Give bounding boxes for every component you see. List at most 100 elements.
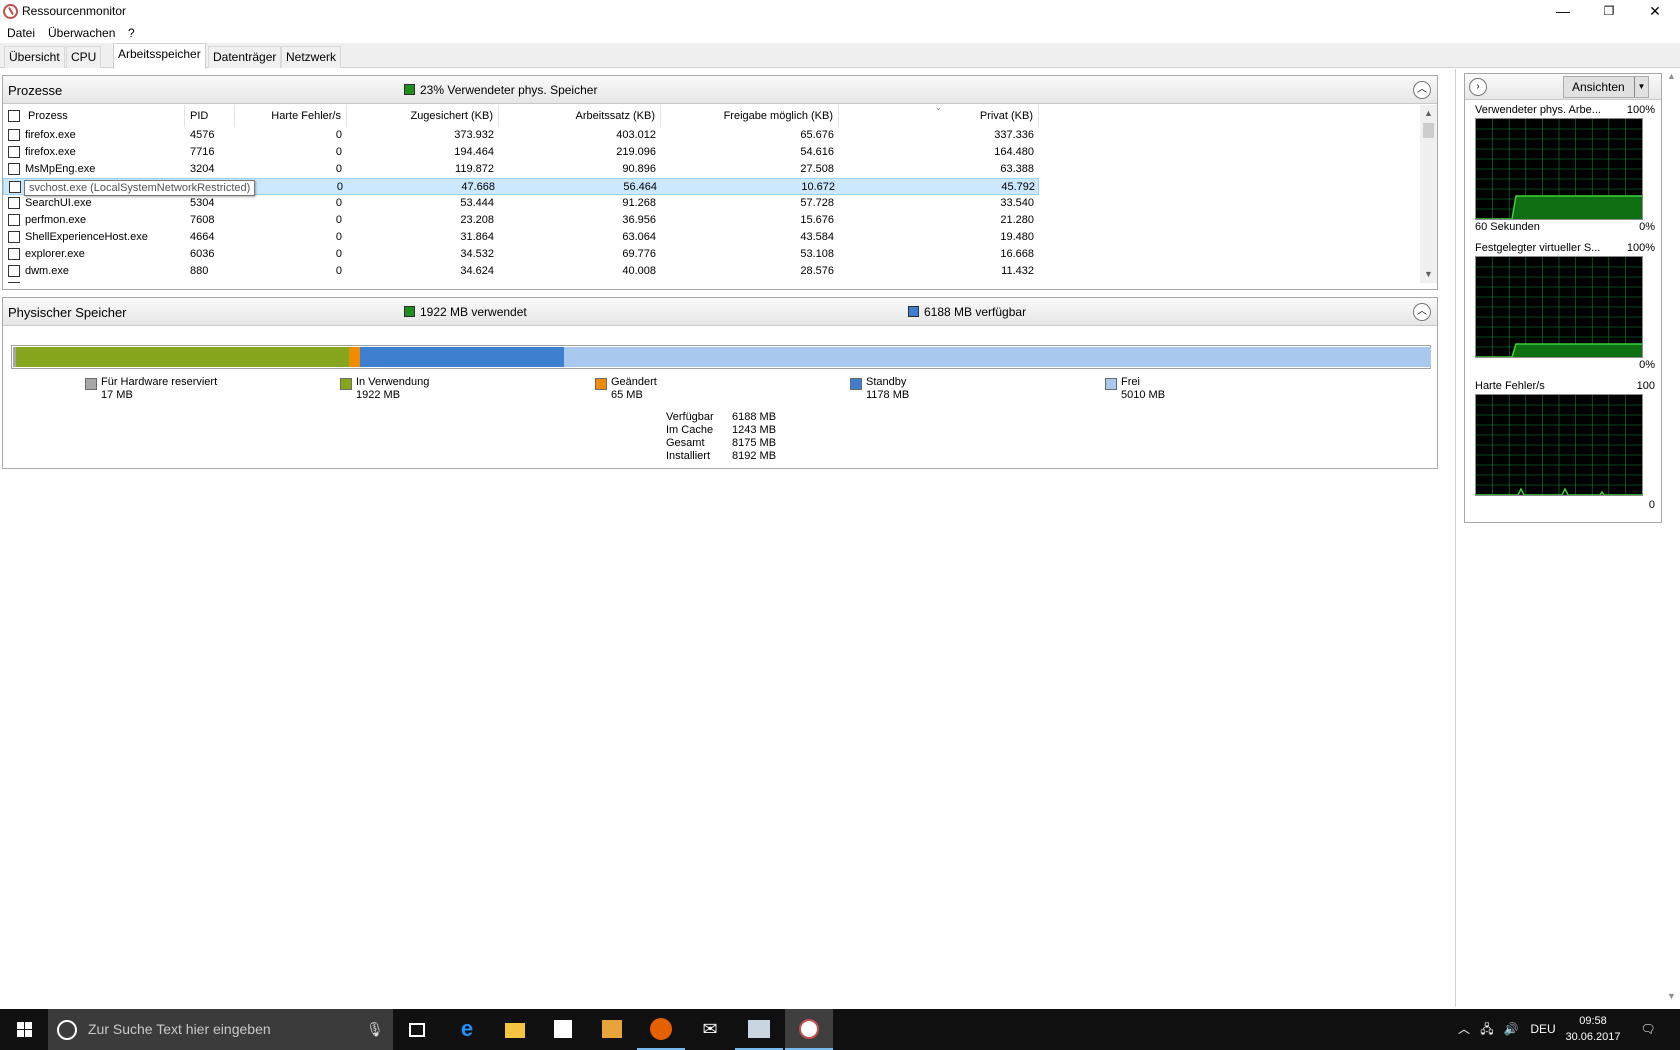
notification-icon[interactable]: 🗨	[1636, 1009, 1660, 1050]
taskbar-search[interactable]: Zur Suche Text hier eingeben 🎙	[48, 1009, 393, 1050]
used-info: 1922 MB verwendet	[404, 305, 527, 319]
col-pid[interactable]: PID	[185, 105, 235, 127]
menu-datei[interactable]: Datei	[7, 26, 35, 40]
store-icon[interactable]	[539, 1009, 587, 1050]
col-arbeitssatz[interactable]: Arbeitssatz (KB)	[499, 105, 661, 127]
legend-modified-swatch	[595, 378, 607, 390]
table-row[interactable]: 0 47.668 56.464 10.672 45.792 svchost.exe (Lo…	[3, 178, 1039, 196]
volume-icon[interactable]: 🔊	[1500, 1009, 1522, 1050]
process-private: 21.280	[1000, 214, 1034, 226]
scroll-up-icon[interactable]: ▲	[1663, 71, 1680, 81]
memory-segment-2	[349, 347, 360, 367]
processes-summary: 23% Verwendeter phys. Speicher	[404, 83, 597, 97]
table-row[interactable]: ShellExperienceHost.exe 4664 0 31.864 63.064…	[3, 229, 1039, 246]
process-hard-faults: 0	[335, 248, 342, 260]
tab-uebersicht[interactable]: Übersicht	[4, 46, 65, 68]
process-hard-faults: 0	[335, 146, 342, 158]
graph-pane-scrollbar[interactable]: ▲ ▼	[1663, 69, 1680, 1007]
table-row[interactable]: explorer.exe 6036 0 34.532 69.776 53.108 16.66…	[3, 246, 1039, 263]
select-all-checkbox[interactable]	[8, 110, 20, 122]
table-row[interactable]: MsMpEng.exe 3204 0 119.872 90.896 27.508 63.38…	[3, 161, 1039, 178]
process-scrollbar[interactable]: ▲ ▼	[1420, 105, 1437, 283]
tab-datentraeger[interactable]: Datenträger	[208, 46, 282, 68]
microphone-icon[interactable]: 🎙	[366, 1021, 384, 1038]
legend-free-value: 5010 MB	[1121, 389, 1166, 401]
used-swatch	[404, 306, 415, 317]
clock-time: 09:58	[1579, 1015, 1607, 1027]
stat-row: Im Cache 1243 MB	[666, 424, 796, 437]
col-freigabe[interactable]: Freigabe möglich (KB)	[661, 105, 839, 127]
row-checkbox[interactable]	[8, 197, 20, 209]
process-shareable: 10.672	[801, 181, 835, 193]
process-name: MsMpEng.exe	[25, 163, 96, 175]
row-checkbox[interactable]	[8, 129, 20, 141]
task-view-icon[interactable]	[393, 1009, 441, 1050]
scroll-thumb[interactable]	[1423, 123, 1434, 138]
process-pid: 1572	[190, 280, 235, 283]
mail-icon[interactable]: ✉	[686, 1009, 734, 1050]
processes-header[interactable]: Prozesse 23% Verwendeter phys. Speicher …	[3, 76, 1437, 104]
collapse-processes-button[interactable]: ︿	[1413, 81, 1431, 99]
minimize-button[interactable]: —	[1540, 0, 1586, 22]
table-row[interactable]: firefox.exe 4576 0 373.932 403.012 65.676 337.…	[3, 127, 1039, 144]
process-working-set: 219.096	[616, 146, 656, 158]
graph-title: Festgelegter virtueller S...	[1475, 242, 1601, 254]
views-button[interactable]: Ansichten ▼	[1563, 76, 1649, 98]
table-row[interactable]: dwm.exe 880 0 34.624 40.008 28.576 11.432	[3, 263, 1039, 280]
process-pid: 5304	[190, 197, 215, 209]
chevron-down-icon[interactable]: ▼	[1634, 77, 1648, 97]
table-row[interactable]: SearchUI.exe 5304 0 53.444 91.268 57.728 33.54…	[3, 195, 1039, 212]
process-commit: 47.668	[461, 181, 495, 193]
physical-memory-section: Physischer Speicher 1922 MB verwendet 61…	[2, 297, 1438, 469]
scroll-down-icon[interactable]: ▼	[1420, 266, 1437, 283]
menu-help[interactable]: ?	[128, 26, 135, 40]
tab-arbeitsspeicher[interactable]: Arbeitsspeicher	[113, 43, 206, 69]
row-checkbox[interactable]	[8, 265, 20, 277]
network-icon[interactable]: 🖧	[1476, 1009, 1498, 1050]
tray-chevron-icon[interactable]: ︿	[1456, 1009, 1472, 1050]
row-checkbox[interactable]	[8, 214, 20, 226]
table-row[interactable]: perfmon.exe 7608 0 23.208 36.956 15.676 21.280	[3, 212, 1039, 229]
menu-ueberwachen[interactable]: Überwachen	[48, 26, 115, 40]
row-checkbox[interactable]	[9, 181, 21, 193]
row-checkbox[interactable]	[8, 146, 20, 158]
perfmon-icon[interactable]	[735, 1009, 783, 1050]
process-shareable: 54.616	[800, 146, 834, 158]
process-pid: 4576	[190, 129, 215, 141]
col-harte-fehler[interactable]: Harte Fehler/s	[235, 105, 347, 127]
language-indicator[interactable]: DEU	[1528, 1009, 1558, 1050]
collapse-physical-button[interactable]: ︿	[1413, 303, 1431, 321]
col-prozess[interactable]: Prozess	[23, 105, 185, 127]
row-checkbox[interactable]	[8, 231, 20, 243]
start-button[interactable]	[0, 1009, 48, 1050]
scroll-up-icon[interactable]: ▲	[1420, 105, 1437, 122]
maximize-button[interactable]: ❐	[1586, 0, 1632, 22]
table-row[interactable]: firefox.exe 7716 0 194.464 219.096 54.616 164.…	[3, 144, 1039, 161]
process-shareable: 28.576	[800, 265, 834, 277]
resource-monitor-taskbar-icon[interactable]	[785, 1009, 833, 1050]
graph-title: Harte Fehler/s	[1475, 380, 1545, 392]
tab-cpu[interactable]: CPU	[66, 46, 102, 68]
edge-icon[interactable]: e	[443, 1009, 491, 1050]
expand-pane-button[interactable]: ›	[1469, 78, 1487, 96]
process-hard-faults: 0	[335, 129, 342, 141]
process-name: SearchUI.exe	[25, 197, 92, 209]
physical-memory-header[interactable]: Physischer Speicher 1922 MB verwendet 61…	[3, 298, 1437, 326]
clock[interactable]: 09:58 30.06.2017	[1562, 1013, 1624, 1045]
media-player-icon[interactable]	[588, 1009, 636, 1050]
row-checkbox[interactable]	[8, 282, 20, 283]
row-checkbox[interactable]	[8, 248, 20, 260]
tab-netzwerk[interactable]: Netzwerk	[281, 46, 342, 68]
process-commit: 15.328	[347, 280, 494, 283]
row-checkbox[interactable]	[8, 163, 20, 175]
scroll-down-icon[interactable]: ▼	[1663, 991, 1680, 1001]
graph-max: 100%	[1626, 104, 1655, 116]
process-name: perfmon.exe	[25, 214, 87, 226]
firefox-icon[interactable]	[637, 1009, 685, 1050]
process-private: 33.540	[1000, 197, 1034, 209]
close-button[interactable]: ✕	[1632, 0, 1678, 22]
col-zugesichert[interactable]: Zugesichert (KB)	[347, 105, 499, 127]
table-row[interactable]: Taskmgr.exe 15720 15.328 37.688 26.192 11.416	[3, 280, 1039, 283]
physical-memory-title: Physischer Speicher	[8, 305, 127, 320]
file-explorer-icon[interactable]	[491, 1009, 539, 1050]
